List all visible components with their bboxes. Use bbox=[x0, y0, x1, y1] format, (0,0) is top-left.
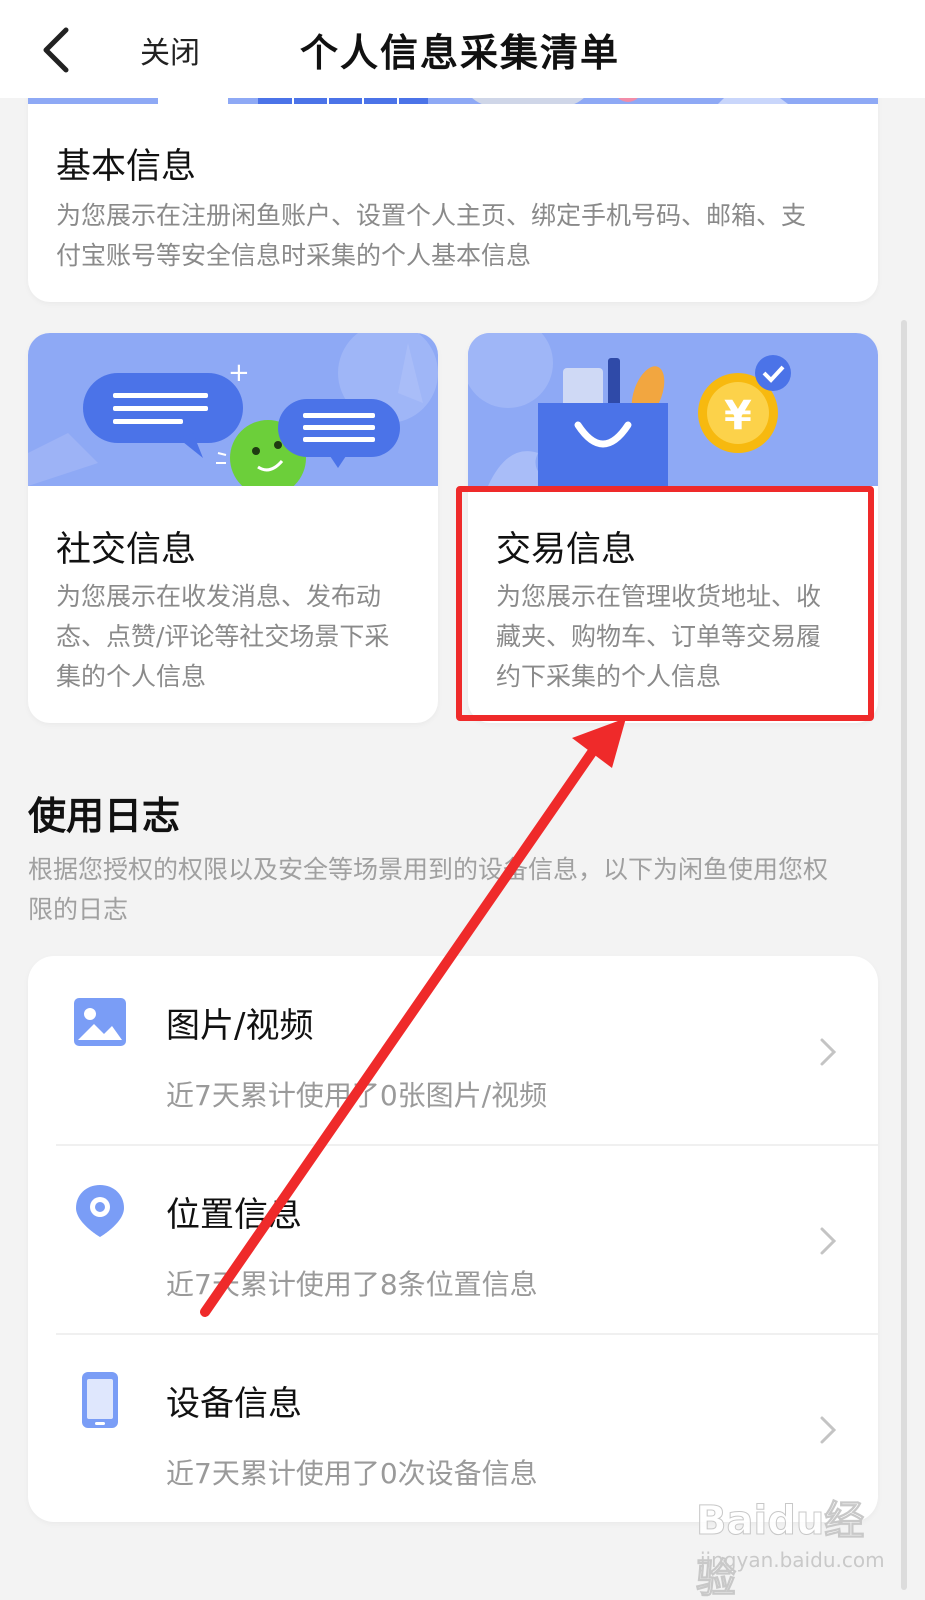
usage-log-list: 图片/视频 近7天累计使用了0张图片/视频 位置信息 近7天累计使用了8条位置信… bbox=[28, 956, 878, 1522]
chevron-right-icon bbox=[820, 1416, 837, 1444]
chevron-right-icon bbox=[820, 1038, 837, 1066]
watermark: Baidu经验 jingyan.baidu.com bbox=[690, 1488, 900, 1600]
social-info-title: 社交信息 bbox=[56, 530, 197, 570]
usage-log-title: 使用日志 bbox=[28, 794, 181, 838]
yuan-coin-icon: ¥ bbox=[724, 393, 752, 439]
social-info-desc: 为您展示在收发消息、发布动 态、点赞/评论等社交场景下采 集的个人信息 bbox=[56, 582, 390, 691]
back-button[interactable] bbox=[30, 20, 90, 80]
social-info-card[interactable]: + 社交信息 为您展示在收发消息、发布动 态、点赞/评论等社交场景下采 集的个人… bbox=[28, 333, 438, 723]
scrollbar[interactable] bbox=[901, 320, 907, 1590]
phone-icon bbox=[82, 1372, 118, 1428]
image-icon bbox=[74, 998, 126, 1046]
trade-info-desc: 为您展示在管理收货地址、收 藏夹、购物车、订单等交易履 约下采集的个人信息 bbox=[496, 582, 822, 691]
social-info-banner: + bbox=[28, 333, 438, 486]
log-row-location[interactable]: 位置信息 近7天累计使用了8条位置信息 bbox=[28, 1145, 878, 1334]
log-row-images[interactable]: 图片/视频 近7天累计使用了0张图片/视频 bbox=[28, 956, 878, 1145]
basic-info-card[interactable]: 基本信息 为您展示在注册闲鱼账户、设置个人主页、绑定手机号码、邮箱、支 付宝账号… bbox=[28, 70, 878, 302]
log-row-title: 设备信息 bbox=[166, 1384, 302, 1424]
log-row-title: 图片/视频 bbox=[166, 1006, 314, 1046]
watermark-url: jingyan.baidu.com bbox=[700, 1548, 885, 1572]
basic-info-desc: 为您展示在注册闲鱼账户、设置个人主页、绑定手机号码、邮箱、支 付宝账号等安全信息… bbox=[56, 201, 807, 270]
log-row-subtitle: 近7天累计使用了0张图片/视频 bbox=[166, 1079, 548, 1112]
trade-info-title: 交易信息 bbox=[496, 530, 637, 570]
location-pin-icon bbox=[76, 1185, 124, 1237]
usage-log-desc: 根据您授权的权限以及安全等场景用到的设备信息，以下为闲鱼使用您权 限的日志 bbox=[28, 855, 829, 924]
trade-info-banner: ¥ bbox=[468, 333, 878, 486]
nav-bar: 关闭 个人信息采集清单 bbox=[0, 0, 925, 98]
page-title: 个人信息采集清单 bbox=[300, 31, 621, 75]
log-row-subtitle: 近7天累计使用了0次设备信息 bbox=[166, 1457, 538, 1490]
basic-info-title: 基本信息 bbox=[56, 147, 197, 187]
log-row-subtitle: 近7天累计使用了8条位置信息 bbox=[166, 1268, 538, 1301]
watermark-brand: Baidu经验 bbox=[696, 1498, 865, 1600]
close-button[interactable]: 关闭 bbox=[140, 28, 200, 72]
chevron-left-icon bbox=[43, 27, 69, 73]
trade-info-card[interactable]: ¥ 交易信息 为您展示在管理收货地址、收 藏夹、购物车、订单等交易履 约下采集的… bbox=[468, 333, 878, 723]
log-row-title: 位置信息 bbox=[166, 1195, 302, 1235]
chevron-right-icon bbox=[820, 1227, 837, 1255]
